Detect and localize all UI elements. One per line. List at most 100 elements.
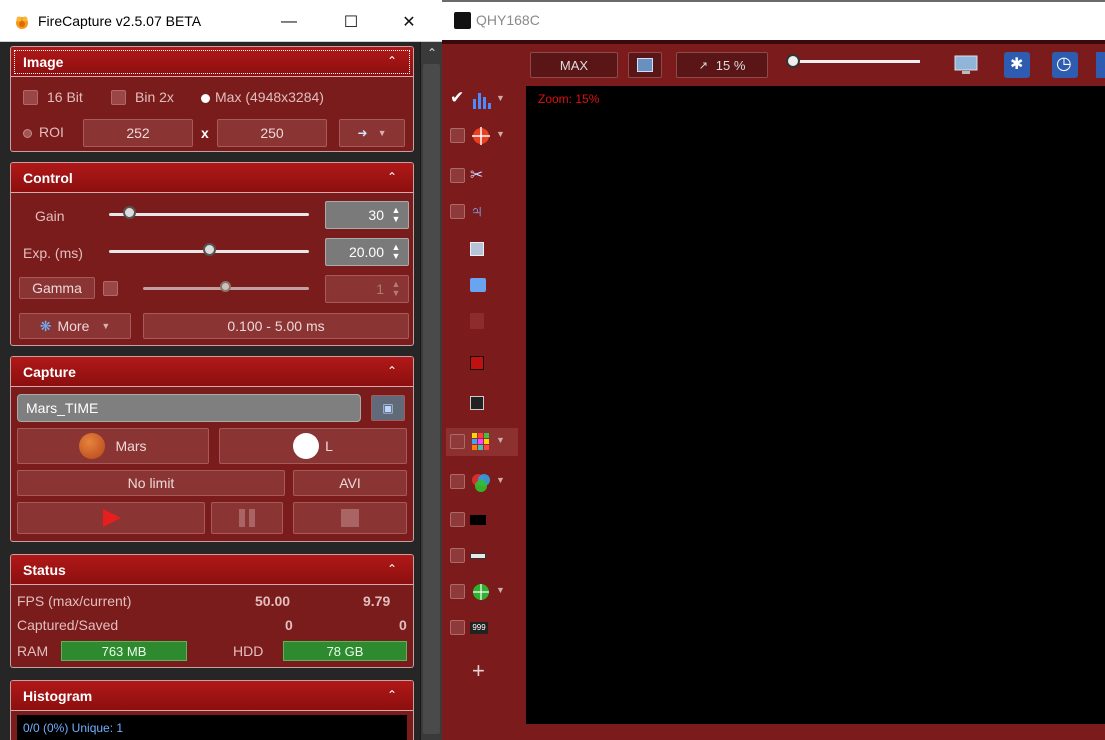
tool-checkbox[interactable] bbox=[450, 620, 465, 635]
chevron-up-icon[interactable]: ⌃ bbox=[387, 364, 397, 378]
toolbar-overflow-icon[interactable] bbox=[1096, 52, 1105, 78]
gamma-checkbox[interactable] bbox=[103, 281, 118, 296]
folder-tool[interactable] bbox=[450, 272, 514, 300]
zoom-button[interactable]: ↗ 15 % bbox=[676, 52, 768, 78]
chevron-down-icon[interactable]: ▼ bbox=[496, 585, 505, 595]
chevron-down-icon[interactable]: ▼ bbox=[496, 129, 505, 139]
gain-slider-knob[interactable] bbox=[123, 206, 136, 219]
control-panel-header[interactable]: Control ⌃ bbox=[11, 163, 413, 193]
left-title-bar: FireCapture v2.5.07 BETA — ☐ ✕ bbox=[0, 0, 442, 42]
spinner-icon[interactable]: ▲ ▼ bbox=[390, 280, 402, 298]
chevron-up-icon[interactable]: ⌃ bbox=[387, 170, 397, 184]
planet-select-button[interactable]: Mars bbox=[17, 428, 209, 464]
tool-checkbox[interactable] bbox=[450, 584, 465, 599]
folder-settings-button[interactable]: ▣ bbox=[371, 395, 405, 421]
tool-checkbox[interactable] bbox=[450, 204, 465, 219]
gamma-input[interactable]: 1 ▲ ▼ bbox=[325, 275, 409, 303]
capture-panel-header[interactable]: Capture ⌃ bbox=[11, 357, 413, 387]
gain-input[interactable]: 30 ▲ ▼ bbox=[325, 201, 409, 229]
chevron-down-icon[interactable]: ▼ bbox=[496, 93, 505, 103]
roi-apply-button[interactable]: ➜ ▼ bbox=[339, 119, 405, 147]
more-button[interactable]: ❋ More ▼ bbox=[19, 313, 131, 339]
camera-title: QHY168C bbox=[476, 12, 540, 28]
filename-input[interactable]: Mars_TIME bbox=[17, 394, 361, 422]
limit-button[interactable]: No limit bbox=[17, 470, 285, 496]
screen-settings-icon[interactable] bbox=[954, 54, 978, 76]
grid-tool[interactable] bbox=[450, 350, 514, 378]
color-grid-tool[interactable]: ▼ bbox=[446, 428, 518, 456]
chevron-up-icon[interactable]: ⌃ bbox=[387, 688, 397, 702]
roi-width-input[interactable]: 252 bbox=[83, 119, 193, 147]
format-button[interactable]: AVI bbox=[293, 470, 407, 496]
black-fill-tool[interactable] bbox=[450, 506, 514, 534]
zoom-slider[interactable] bbox=[792, 60, 920, 63]
tool-checkbox[interactable] bbox=[450, 512, 465, 527]
chevron-down-icon[interactable]: ▼ bbox=[496, 475, 505, 485]
tool-checkbox[interactable] bbox=[450, 434, 465, 449]
exposure-slider-knob[interactable] bbox=[203, 243, 216, 256]
jupiter-symbol-icon: ♃ bbox=[470, 201, 484, 221]
max-button[interactable]: MAX bbox=[530, 52, 618, 78]
tool-checkbox[interactable] bbox=[450, 128, 465, 143]
counter-tool[interactable]: 999 bbox=[450, 614, 514, 642]
filter-select-button[interactable]: L bbox=[219, 428, 407, 464]
scroll-up-icon[interactable]: ⌃ bbox=[425, 46, 439, 60]
globe-tool[interactable]: ▼ bbox=[450, 578, 514, 606]
roi-height-input[interactable]: 250 bbox=[217, 119, 327, 147]
bar-tool[interactable] bbox=[450, 542, 514, 570]
history-icon[interactable]: ◷ bbox=[1052, 52, 1078, 78]
panel-title: Image bbox=[23, 54, 64, 70]
zoom-slider-knob[interactable] bbox=[786, 54, 800, 68]
gamma-slider-knob[interactable] bbox=[220, 281, 231, 292]
camera-viewport[interactable]: Zoom: 15% bbox=[526, 86, 1105, 724]
bin2x-checkbox[interactable] bbox=[111, 90, 126, 105]
rgb-tool[interactable]: ▼ bbox=[450, 468, 514, 496]
status-panel-header[interactable]: Status ⌃ bbox=[11, 555, 413, 585]
folder-icon bbox=[470, 278, 486, 292]
histogram-tool[interactable]: ✔ ▼ bbox=[450, 86, 514, 114]
chevron-up-icon[interactable]: ⌃ bbox=[387, 54, 397, 68]
spinner-icon[interactable]: ▲ ▼ bbox=[390, 243, 402, 261]
chevron-up-icon[interactable]: ⌃ bbox=[387, 562, 397, 576]
ram-label: RAM bbox=[17, 643, 49, 659]
add-label[interactable]: + bbox=[472, 658, 485, 684]
stop-button[interactable] bbox=[293, 502, 407, 534]
jupiter-tool[interactable]: ♃ bbox=[450, 198, 514, 226]
cut-tool[interactable]: ✂ bbox=[450, 162, 514, 190]
run-icon[interactable]: ✱ bbox=[1004, 52, 1030, 78]
gain-slider[interactable] bbox=[109, 213, 309, 216]
image-panel: Image ⌃ 16 Bit Bin 2x Max (4948x3284) RO… bbox=[10, 46, 414, 152]
max-radio[interactable] bbox=[201, 94, 210, 103]
tool-checkbox[interactable] bbox=[450, 548, 465, 563]
minimize-button[interactable]: — bbox=[266, 8, 312, 36]
face-icon bbox=[470, 396, 484, 410]
pause-button[interactable] bbox=[211, 502, 283, 534]
maximize-button[interactable]: ☐ bbox=[328, 8, 374, 36]
spinner-icon[interactable]: ▲ ▼ bbox=[390, 206, 402, 224]
stop-icon bbox=[341, 509, 359, 527]
tool-checkbox[interactable] bbox=[450, 474, 465, 489]
fps-max-value: 50.00 bbox=[255, 593, 291, 609]
image-panel-header[interactable]: Image ⌃ bbox=[11, 47, 413, 77]
chevron-down-icon[interactable]: ▼ bbox=[496, 435, 505, 445]
face-tool[interactable] bbox=[450, 390, 514, 418]
gamma-button[interactable]: Gamma bbox=[19, 277, 95, 299]
zoom-label: 15 % bbox=[715, 57, 746, 73]
exposure-input[interactable]: 20.00 ▲ ▼ bbox=[325, 238, 409, 266]
crosshair-tool[interactable]: ▼ bbox=[450, 122, 514, 150]
tool-checkbox[interactable] bbox=[450, 168, 465, 183]
histogram-display: 0/0 (0%) Unique: 1 bbox=[17, 715, 407, 740]
display-button[interactable] bbox=[628, 52, 662, 78]
more-label: More bbox=[57, 318, 90, 334]
bit16-checkbox[interactable] bbox=[23, 90, 38, 105]
film-tool[interactable] bbox=[450, 236, 514, 264]
start-capture-button[interactable] bbox=[17, 502, 205, 534]
roi-radio[interactable] bbox=[23, 129, 32, 138]
add-tool[interactable]: + bbox=[450, 658, 514, 686]
delete-tool[interactable] bbox=[450, 308, 514, 336]
histogram-panel-header[interactable]: Histogram ⌃ bbox=[11, 681, 413, 711]
check-icon[interactable]: ✔ bbox=[450, 88, 464, 108]
left-scrollbar[interactable]: ⌃ bbox=[420, 42, 442, 740]
scrollbar-thumb[interactable] bbox=[423, 64, 440, 734]
close-button[interactable]: ✕ bbox=[386, 8, 432, 36]
